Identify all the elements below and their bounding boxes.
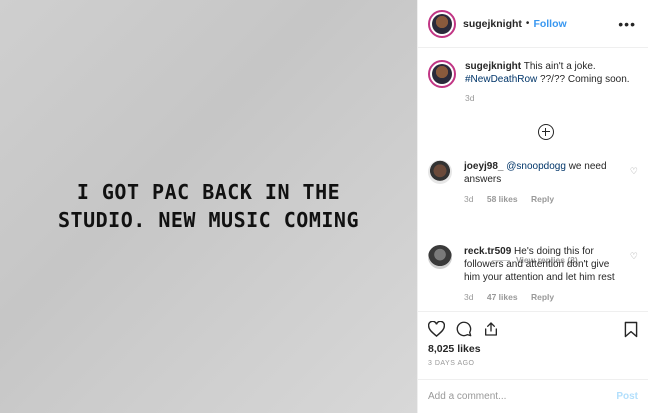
- comment-meta: 3d 47 likes Reply: [464, 291, 624, 304]
- comment-likes[interactable]: 47 likes: [487, 292, 518, 302]
- post-actions: 8,025 likes 3 DAYS AGO: [418, 311, 648, 379]
- post-image-text: I GOT PAC BACK IN THE STUDIO. NEW MUSIC …: [58, 180, 359, 232]
- list-item: joeyj98_ @snoopdogg we need answers 3d 5…: [428, 160, 638, 206]
- comment-body: joeyj98_ @snoopdogg we need answers 3d 5…: [464, 160, 624, 206]
- comment-meta: 3d 58 likes Reply: [464, 193, 624, 206]
- comment-likes[interactable]: 58 likes: [487, 194, 518, 204]
- caption-avatar[interactable]: [428, 60, 456, 88]
- post-timestamp: 3 DAYS AGO: [428, 360, 475, 367]
- post-image[interactable]: I GOT PAC BACK IN THE STUDIO. NEW MUSIC …: [0, 0, 417, 413]
- avatar[interactable]: [428, 9, 456, 38]
- comment-icon[interactable]: [456, 321, 472, 337]
- likes-count[interactable]: 8,025 likes: [428, 343, 638, 355]
- heart-icon[interactable]: [428, 321, 445, 337]
- comment-input[interactable]: Add a comment...: [428, 391, 616, 402]
- post-button[interactable]: Post: [616, 391, 638, 402]
- post-sidebar: sugejknight • Follow ••• sugejknight Thi…: [417, 0, 648, 413]
- instagram-post: I GOT PAC BACK IN THE STUDIO. NEW MUSIC …: [0, 0, 648, 413]
- reply-button[interactable]: Reply: [531, 292, 554, 302]
- header-username[interactable]: sugejknight: [463, 18, 522, 30]
- caption-username[interactable]: sugejknight: [465, 61, 521, 72]
- more-icon[interactable]: •••: [618, 17, 636, 31]
- bookmark-icon[interactable]: [624, 321, 638, 338]
- heart-icon[interactable]: ♡: [630, 166, 638, 177]
- plus-circle-icon[interactable]: [538, 124, 554, 140]
- action-icons: [428, 320, 638, 338]
- separator-dot: •: [525, 18, 530, 29]
- list-item: reck.tr509 He's doing this for followers…: [428, 245, 638, 304]
- comment-body: reck.tr509 He's doing this for followers…: [464, 245, 624, 304]
- reply-button[interactable]: Reply: [531, 194, 554, 204]
- caption-text-2: ??/?? Coming soon.: [540, 74, 630, 85]
- follow-button[interactable]: Follow: [533, 18, 566, 30]
- post-header: sugejknight • Follow •••: [418, 0, 648, 48]
- comment-username[interactable]: reck.tr509: [464, 246, 511, 257]
- comment-mention[interactable]: @snoopdogg: [506, 161, 566, 172]
- caption-text-1: This ain't a joke.: [523, 61, 596, 72]
- share-icon[interactable]: [483, 321, 499, 337]
- comments-section: sugejknight This ain't a joke. #NewDeath…: [418, 48, 648, 311]
- comment-avatar[interactable]: [428, 245, 452, 269]
- heart-icon[interactable]: ♡: [630, 251, 638, 262]
- caption-hashtag[interactable]: #NewDeathRow: [465, 74, 537, 85]
- comment-username[interactable]: joeyj98_: [464, 161, 503, 172]
- caption-time: 3d: [465, 93, 475, 103]
- caption-body: sugejknight This ain't a joke. #NewDeath…: [465, 60, 635, 105]
- comment-avatar[interactable]: [428, 160, 452, 184]
- caption: sugejknight This ain't a joke. #NewDeath…: [428, 60, 638, 105]
- add-comment-bar: Add a comment... Post: [418, 379, 648, 413]
- comment-time: 3d: [464, 292, 474, 302]
- comment-time: 3d: [464, 194, 474, 204]
